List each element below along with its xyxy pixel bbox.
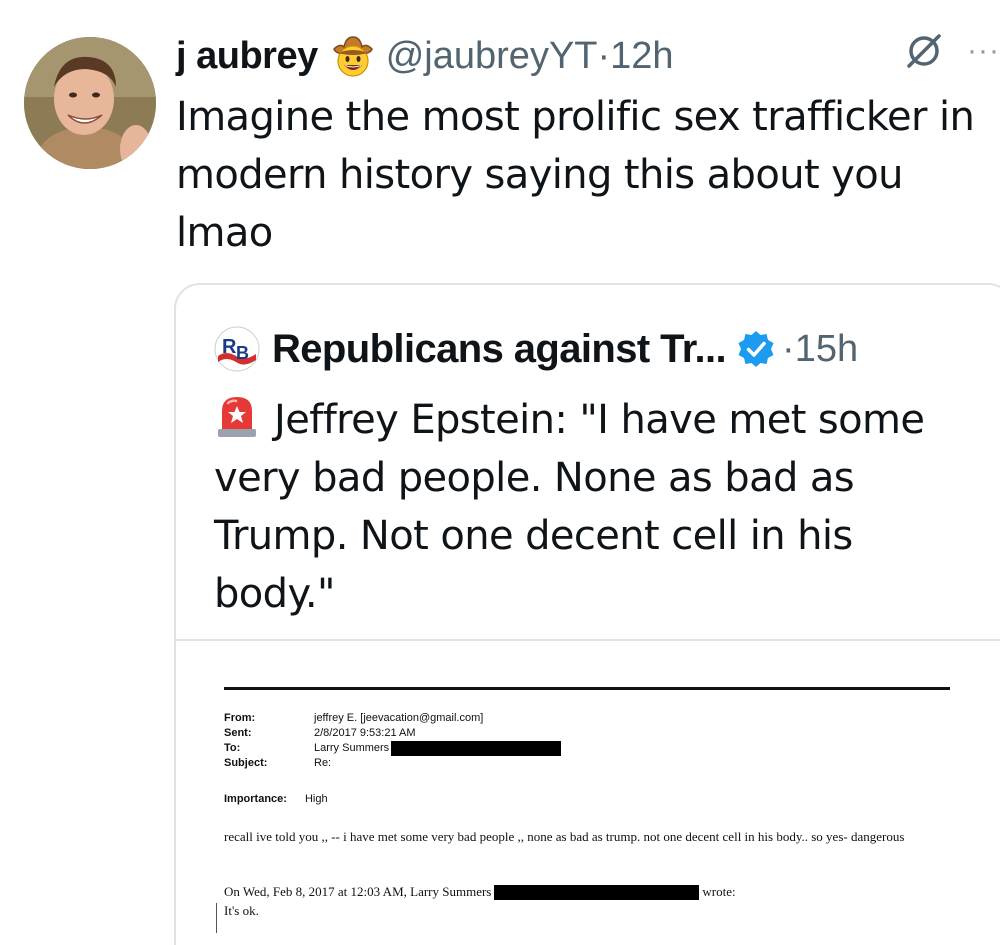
- grok-icon[interactable]: [903, 30, 945, 72]
- more-icon[interactable]: ···: [967, 36, 1000, 66]
- email-body: recall ive told you ,, -- i have met som…: [224, 829, 905, 844]
- tweet-actions: ···: [903, 30, 1000, 72]
- account-logo-icon[interactable]: R B: [214, 326, 260, 372]
- reply-attribution: On Wed, Feb 8, 2017 at 12:03 AM, Larry S…: [224, 884, 736, 900]
- tweet-header: j aubrey @jaubreyYT·12h: [176, 28, 674, 84]
- display-name[interactable]: j aubrey: [176, 35, 318, 78]
- field-from: From: jeffrey E. [jeevacation@gmail.com]: [224, 712, 484, 724]
- importance-field: Importance: High: [224, 793, 328, 805]
- svg-text:R: R: [222, 336, 237, 358]
- handle[interactable]: @jaubreyYT·12h: [386, 35, 674, 78]
- svg-text:B: B: [236, 343, 249, 363]
- police-siren-icon: [214, 393, 260, 439]
- field-to: To: Larry Summers: [224, 741, 562, 756]
- tweet-time: 12h: [610, 34, 674, 77]
- quoted-account-name[interactable]: Republicans against Tr...: [272, 327, 727, 372]
- redaction-bar: [391, 741, 562, 756]
- cowboy-hat-face-icon: [330, 33, 376, 79]
- quoted-tweet-header: R B Republicans against Tr... ·15h: [214, 323, 858, 375]
- field-subject: Subject: Re:: [224, 757, 332, 769]
- field-sent: Sent: 2/8/2017 9:53:21 AM: [224, 727, 416, 739]
- verified-badge-icon: [736, 329, 776, 369]
- redaction-bar: [494, 884, 700, 900]
- document-divider: [224, 687, 950, 690]
- avatar[interactable]: [24, 37, 156, 169]
- email-header-fields: From: jeffrey E. [jeevacation@gmail.com]…: [224, 711, 562, 771]
- tweet-text: Imagine the most prolific sex trafficker…: [176, 94, 975, 256]
- quoted-time: ·15h: [782, 327, 859, 370]
- quoted-tweet[interactable]: R B Republicans against Tr... ·15h Jeffr…: [174, 283, 1000, 945]
- quoted-reply: It's ok.: [216, 903, 259, 933]
- quoted-tweet-text: Jeffrey Epstein: "I have met some very b…: [214, 391, 974, 623]
- email-document-image[interactable]: From: jeffrey E. [jeevacation@gmail.com]…: [176, 639, 1000, 945]
